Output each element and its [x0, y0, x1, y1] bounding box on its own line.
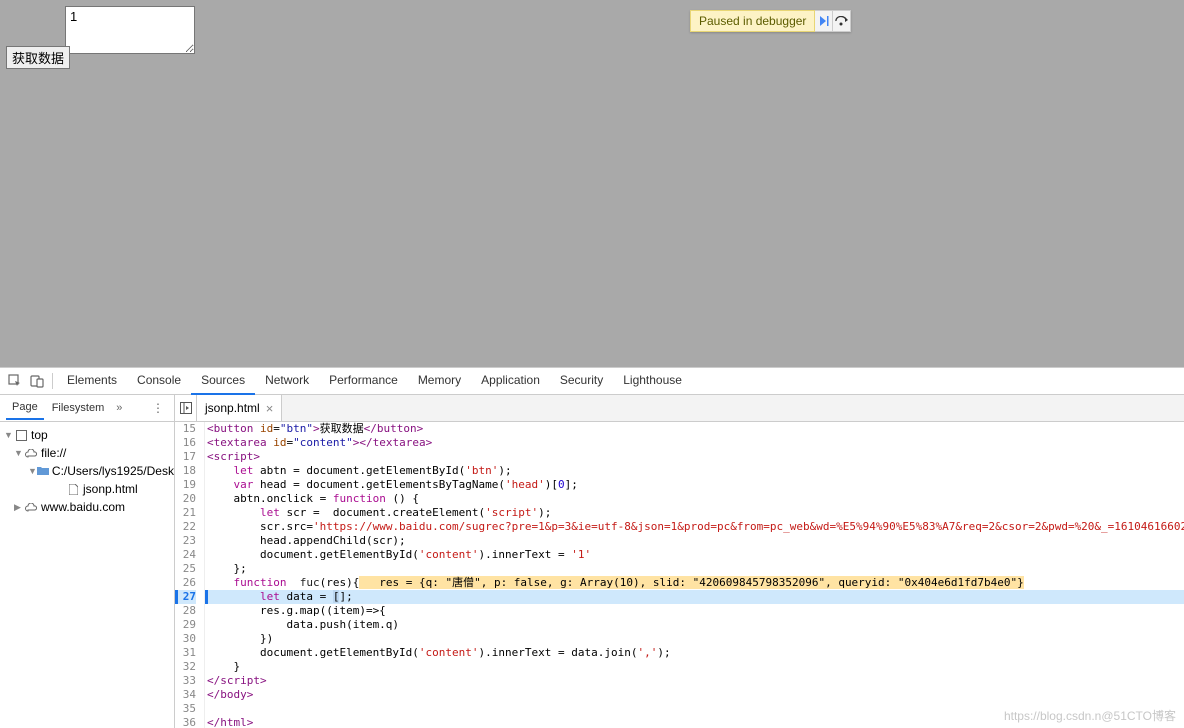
close-tab-icon[interactable]: ×: [266, 401, 274, 416]
code-line[interactable]: <textarea id="content"></textarea>: [205, 436, 1184, 450]
tree-origin-file[interactable]: ▼file://: [0, 444, 174, 462]
sidebar-tab-page[interactable]: Page: [6, 396, 44, 420]
code-line[interactable]: let data = [];: [205, 590, 1184, 604]
separator: [52, 373, 53, 389]
folder-icon: [37, 466, 49, 476]
devtools-tab-network[interactable]: Network: [255, 367, 319, 395]
tree-top-frame[interactable]: ▼top: [0, 426, 174, 444]
devtools-tab-bar: ElementsConsoleSourcesNetworkPerformance…: [0, 368, 1184, 395]
tree-label: top: [31, 428, 48, 442]
editor-tab-bar: jsonp.html ×: [175, 395, 1184, 422]
frame-icon: [14, 430, 28, 441]
tree-origin-baidu[interactable]: ▶www.baidu.com: [0, 498, 174, 516]
devtools-tab-sources[interactable]: Sources: [191, 367, 255, 395]
tree-label: file://: [41, 446, 66, 460]
code-line[interactable]: }: [205, 660, 1184, 674]
resume-button[interactable]: [815, 10, 833, 32]
navigator-toggle-icon[interactable]: [175, 395, 197, 421]
sources-sidebar: Page Filesystem » ⋮ ▼top ▼file:// ▼C:/Us…: [0, 395, 175, 728]
code-line[interactable]: abtn.onclick = function () {: [205, 492, 1184, 506]
editor-tab-label: jsonp.html: [205, 401, 260, 415]
file-icon: [66, 484, 80, 495]
sidebar-tab-bar: Page Filesystem » ⋮: [0, 395, 174, 422]
editor-pane: jsonp.html × 151617181920212223242526272…: [175, 395, 1184, 728]
devtools-tab-memory[interactable]: Memory: [408, 367, 471, 395]
code-line[interactable]: scr.src='https://www.baidu.com/sugrec?pr…: [205, 520, 1184, 534]
code-line[interactable]: document.getElementById('content').inner…: [205, 548, 1184, 562]
code-line[interactable]: <script>: [205, 450, 1184, 464]
debugger-status-label: Paused in debugger: [690, 10, 815, 32]
code-line[interactable]: </body>: [205, 688, 1184, 702]
devtools-tab-console[interactable]: Console: [127, 367, 191, 395]
code-line[interactable]: let abtn = document.getElementById('btn'…: [205, 464, 1184, 478]
debugger-overlay: Paused in debugger: [690, 10, 851, 32]
devtools-panel: ElementsConsoleSourcesNetworkPerformance…: [0, 367, 1184, 728]
device-toolbar-icon[interactable]: [26, 370, 48, 392]
cloud-icon: [24, 449, 38, 458]
code-line[interactable]: </script>: [205, 674, 1184, 688]
code-line[interactable]: res.g.map((item)=>{: [205, 604, 1184, 618]
devtools-tab-application[interactable]: Application: [471, 367, 550, 395]
content-textarea[interactable]: [65, 6, 195, 54]
code-line[interactable]: };: [205, 562, 1184, 576]
code-content[interactable]: <button id="btn">获取数据</button><textarea …: [205, 422, 1184, 728]
inspect-element-icon[interactable]: [4, 370, 26, 392]
cloud-icon: [24, 503, 38, 512]
line-gutter: 1516171819202122232425262728293031323334…: [175, 422, 205, 728]
devtools-tab-performance[interactable]: Performance: [319, 367, 408, 395]
step-over-button[interactable]: [833, 10, 851, 32]
watermark-text: https://blog.csdn.n@51CTO博客: [1004, 707, 1176, 724]
rendered-page: 获取数据 Paused in debugger: [0, 0, 1184, 367]
tree-label: jsonp.html: [83, 482, 138, 496]
code-line[interactable]: <button id="btn">获取数据</button>: [205, 422, 1184, 436]
devtools-tab-security[interactable]: Security: [550, 367, 613, 395]
sidebar-menu-icon[interactable]: ⋮: [148, 401, 168, 415]
sidebar-tab-filesystem[interactable]: Filesystem: [46, 397, 111, 419]
code-line[interactable]: data.push(item.q): [205, 618, 1184, 632]
fetch-data-button[interactable]: 获取数据: [6, 46, 70, 69]
editor-tab-jsonp[interactable]: jsonp.html ×: [197, 395, 282, 421]
tree-label: C:/Users/lys1925/Desktop/angu: [52, 464, 174, 478]
devtools-tab-elements[interactable]: Elements: [57, 367, 127, 395]
code-line[interactable]: document.getElementById('content').inner…: [205, 646, 1184, 660]
devtools-tab-lighthouse[interactable]: Lighthouse: [613, 367, 692, 395]
code-editor[interactable]: 1516171819202122232425262728293031323334…: [175, 422, 1184, 728]
code-line[interactable]: }): [205, 632, 1184, 646]
file-tree: ▼top ▼file:// ▼C:/Users/lys1925/Desktop/…: [0, 422, 174, 520]
tree-folder[interactable]: ▼C:/Users/lys1925/Desktop/angu: [0, 462, 174, 480]
code-line[interactable]: let scr = document.createElement('script…: [205, 506, 1184, 520]
code-line[interactable]: head.appendChild(scr);: [205, 534, 1184, 548]
code-line[interactable]: var head = document.getElementsByTagName…: [205, 478, 1184, 492]
tree-file-jsonp[interactable]: jsonp.html: [0, 480, 174, 498]
code-line[interactable]: function fuc(res){ res = {q: "唐僧", p: fa…: [205, 576, 1184, 590]
more-tabs-chevron-icon[interactable]: »: [112, 402, 126, 414]
tree-label: www.baidu.com: [41, 500, 125, 514]
